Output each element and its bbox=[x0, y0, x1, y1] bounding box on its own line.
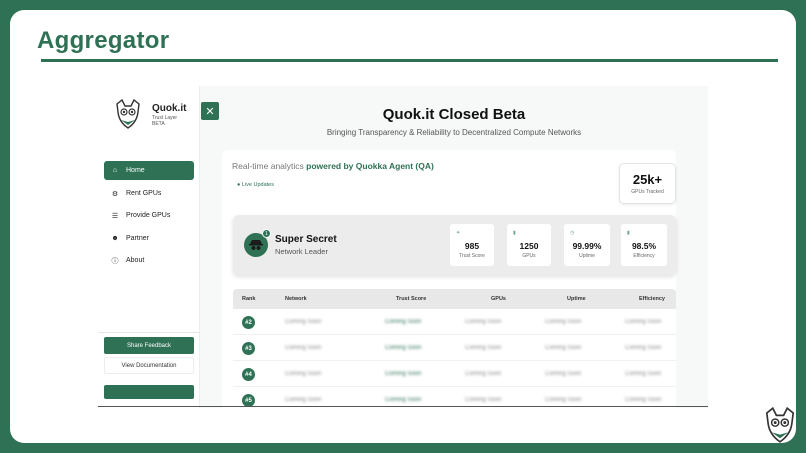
rank-badge: #3 bbox=[242, 342, 255, 355]
trust-score-cell: Coming Soon bbox=[385, 319, 422, 325]
gpus-cell: Coming Soon bbox=[465, 345, 502, 351]
analytics-highlight: powered by Quokka Agent (QA) bbox=[306, 161, 434, 171]
table-row[interactable]: #5 Coming Soon Coming Soon Coming Soon C… bbox=[233, 387, 676, 408]
leader-card: 1 Super Secret Network Leader ✦ 985 Trus… bbox=[233, 215, 676, 275]
slide-card: Aggregator Quok.it Trust Layer BETA ⌂ Ho… bbox=[10, 10, 796, 443]
stat-label: Trust Score bbox=[459, 253, 485, 259]
stat-label: GPUs bbox=[522, 253, 536, 259]
column-header-trust-score: Trust Score bbox=[396, 296, 427, 302]
efficiency-cell: Coming Soon bbox=[625, 345, 662, 351]
bar-chart-icon: ▮ bbox=[513, 230, 516, 236]
rank-badge: #4 bbox=[242, 368, 255, 381]
sidebar-item-partner[interactable]: ☻ Partner bbox=[104, 229, 194, 248]
page-subtitle: Bringing Transparency & Reliability to D… bbox=[326, 128, 582, 137]
leaderboard-table: Rank Network Trust Score GPUs Uptime Eff… bbox=[233, 289, 676, 408]
sidebar-item-label: Provide GPUs bbox=[126, 212, 171, 219]
sidebar: Quok.it Trust Layer BETA ⌂ Home ⚙ Rent G… bbox=[98, 86, 200, 408]
trust-score-cell: Coming Soon bbox=[385, 345, 422, 351]
stat-value: 99.99% bbox=[572, 241, 602, 251]
brand-name: Quok.it bbox=[152, 103, 187, 114]
app-screenshot: Quok.it Trust Layer BETA ⌂ Home ⚙ Rent G… bbox=[98, 86, 708, 408]
uptime-cell: Coming Soon bbox=[545, 319, 582, 325]
sidebar-item-rent-gpus[interactable]: ⚙ Rent GPUs bbox=[104, 184, 194, 203]
info-icon: ⓘ bbox=[111, 257, 119, 265]
network-cell: Coming Soon bbox=[285, 371, 322, 377]
view-documentation-button[interactable]: View Documentation bbox=[104, 357, 194, 374]
leader-role: Network Leader bbox=[275, 247, 328, 256]
table-row[interactable]: #2 Coming Soon Coming Soon Coming Soon C… bbox=[233, 309, 676, 335]
uptime-stat: ◷ 99.99% Uptime bbox=[564, 224, 610, 266]
sidebar-divider bbox=[98, 332, 200, 333]
gpus-tracked-card: 25k+ GPUs Tracked bbox=[619, 163, 676, 204]
trust-score-stat: ✦ 985 Trust Score bbox=[450, 224, 494, 266]
gpus-tracked-label: GPUs Tracked bbox=[631, 189, 664, 195]
sidebar-action-button[interactable] bbox=[104, 385, 194, 399]
efficiency-cell: Coming Soon bbox=[625, 319, 662, 325]
dashboard-panel: Real-time analytics powered by Quokka Ag… bbox=[222, 150, 676, 408]
network-cell: Coming Soon bbox=[285, 319, 322, 325]
sidebar-item-label: Rent GPUs bbox=[126, 190, 162, 197]
table-row[interactable]: #4 Coming Soon Coming Soon Coming Soon C… bbox=[233, 361, 676, 387]
brand-subtitle: Trust Layer BETA bbox=[152, 115, 192, 127]
trust-score-cell: Coming Soon bbox=[385, 371, 422, 377]
stat-value: 98.5% bbox=[631, 241, 657, 251]
stat-label: Efficiency bbox=[633, 253, 655, 259]
live-dot-icon: ● bbox=[237, 182, 241, 188]
uptime-cell: Coming Soon bbox=[545, 345, 582, 351]
server-icon: ☰ bbox=[111, 212, 119, 220]
column-header-rank: Rank bbox=[242, 296, 256, 302]
trust-score-cell: Coming Soon bbox=[385, 397, 422, 403]
share-feedback-button[interactable]: Share Feedback bbox=[104, 337, 194, 354]
stat-value: 1250 bbox=[519, 241, 539, 251]
efficiency-cell: Coming Soon bbox=[625, 371, 662, 377]
quokka-logo-icon bbox=[116, 98, 140, 129]
gpu-icon: ⚙ bbox=[111, 190, 119, 198]
uptime-cell: Coming Soon bbox=[545, 371, 582, 377]
gpus-tracked-value: 25k+ bbox=[632, 172, 663, 187]
analytics-caption: Real-time analytics powered by Quokka Ag… bbox=[232, 161, 434, 171]
live-updates-indicator: ● Live Updates bbox=[237, 182, 274, 188]
beta-label: BETA bbox=[152, 121, 165, 127]
sidebar-item-about[interactable]: ⓘ About bbox=[104, 251, 194, 270]
bar-chart-icon: ▮ bbox=[627, 230, 630, 236]
sidebar-item-label: Partner bbox=[126, 235, 149, 242]
rank-badge: 1 bbox=[262, 229, 271, 238]
screenshot-baseline bbox=[98, 406, 708, 407]
column-header-efficiency: Efficiency bbox=[639, 296, 665, 302]
gpus-stat: ▮ 1250 GPUs bbox=[507, 224, 551, 266]
network-cell: Coming Soon bbox=[285, 397, 322, 403]
analytics-prefix: Real-time analytics bbox=[232, 161, 307, 171]
sidebar-item-provide-gpus[interactable]: ☰ Provide GPUs bbox=[104, 206, 194, 225]
slide-title: Aggregator bbox=[37, 27, 170, 54]
sidebar-item-label: Home bbox=[126, 167, 145, 174]
stat-value: 985 bbox=[464, 241, 480, 251]
gpus-cell: Coming Soon bbox=[465, 371, 502, 377]
sidebar-item-label: About bbox=[126, 257, 145, 264]
gpus-cell: Coming Soon bbox=[465, 397, 502, 403]
leader-name: Super Secret bbox=[275, 234, 337, 245]
shield-icon: ✦ bbox=[456, 230, 461, 236]
spy-icon bbox=[249, 240, 263, 250]
main-content: ✕ Quok.it Closed Beta Bringing Transpare… bbox=[200, 86, 708, 408]
quokka-logo-icon bbox=[765, 406, 795, 443]
efficiency-stat: ▮ 98.5% Efficiency bbox=[621, 224, 667, 266]
live-updates-label: Live Updates bbox=[241, 182, 274, 188]
column-header-gpus: GPUs bbox=[491, 296, 506, 302]
page-title: Quok.it Closed Beta bbox=[382, 106, 526, 123]
table-row[interactable]: #3 Coming Soon Coming Soon Coming Soon C… bbox=[233, 335, 676, 361]
network-cell: Coming Soon bbox=[285, 345, 322, 351]
users-icon: ☻ bbox=[111, 235, 119, 242]
home-icon: ⌂ bbox=[112, 167, 118, 174]
stat-label: Uptime bbox=[579, 253, 595, 259]
column-header-network: Network bbox=[285, 296, 307, 302]
sidebar-item-home[interactable]: ⌂ Home bbox=[104, 161, 194, 180]
efficiency-cell: Coming Soon bbox=[625, 397, 662, 403]
uptime-cell: Coming Soon bbox=[545, 397, 582, 403]
gpus-cell: Coming Soon bbox=[465, 319, 502, 325]
clock-icon: ◷ bbox=[570, 230, 575, 236]
title-divider bbox=[41, 59, 778, 62]
table-header: Rank Network Trust Score GPUs Uptime Eff… bbox=[233, 289, 676, 309]
rank-badge: #2 bbox=[242, 316, 255, 329]
column-header-uptime: Uptime bbox=[567, 296, 586, 302]
